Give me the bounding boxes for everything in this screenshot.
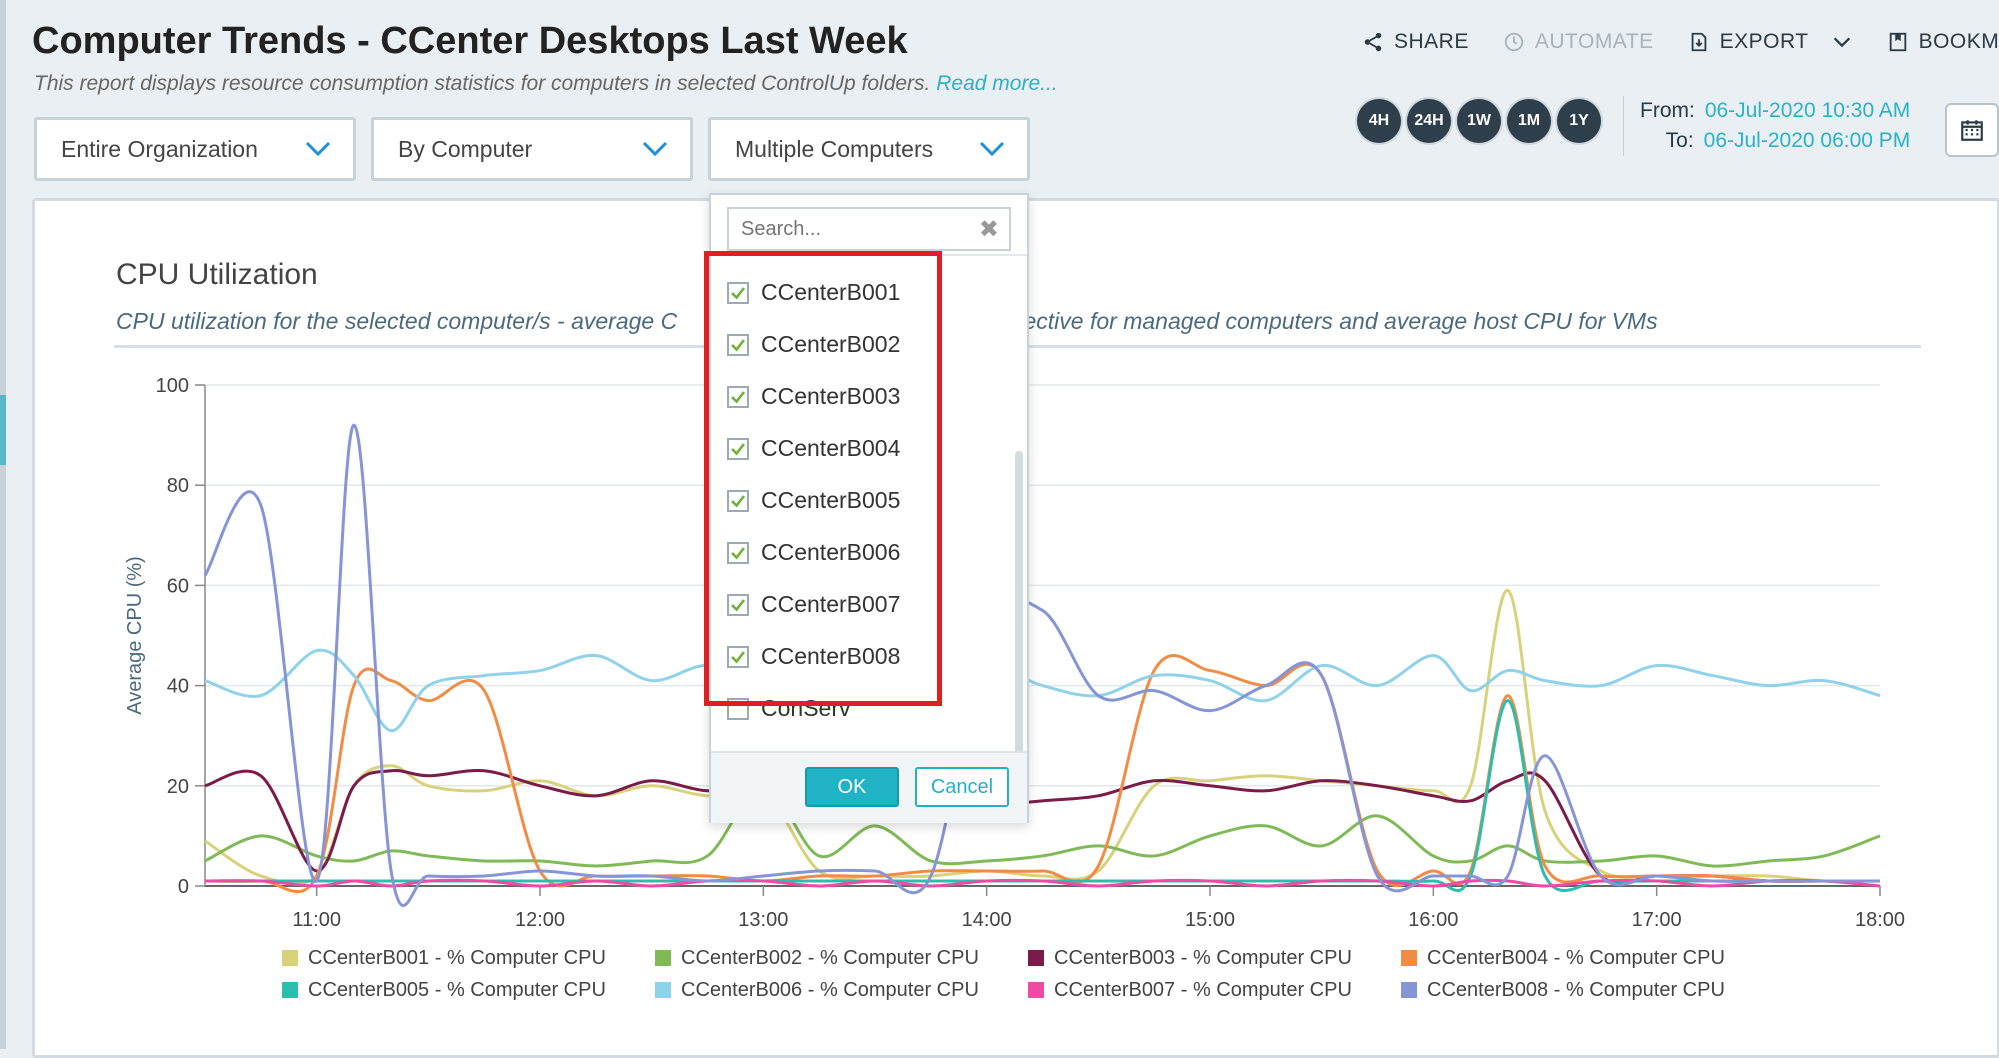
legend-item[interactable]: CCenterB005 - % Computer CPU <box>282 976 655 1004</box>
popup-footer: OK Cancel <box>711 751 1027 823</box>
computer-option-label: CCenterB007 <box>761 591 901 617</box>
legend-item[interactable]: CCenterB004 - % Computer CPU <box>1401 944 1774 972</box>
x-tick-label: 18:00 <box>1855 909 1905 931</box>
x-tick-label: 13:00 <box>738 909 788 931</box>
computer-list: CCenterB001 CCenterB002 CCenterB003 CCenter… <box>711 257 1011 737</box>
y-tick-label: 0 <box>178 876 189 898</box>
computer-search-input[interactable] <box>727 207 1011 251</box>
computer-option[interactable]: CCenterB007 <box>727 591 900 618</box>
legend-label: CCenterB002 - % Computer CPU <box>681 946 979 969</box>
checkmark-icon <box>731 390 746 403</box>
legend-swatch <box>1028 950 1044 966</box>
y-tick-label: 60 <box>167 575 189 597</box>
computer-option-label: CCenterB005 <box>761 487 901 513</box>
legend-swatch <box>282 982 298 998</box>
checkmark-icon <box>731 494 746 507</box>
legend-item[interactable]: CCenterB008 - % Computer CPU <box>1401 976 1774 1004</box>
legend-label: CCenterB008 - % Computer CPU <box>1427 978 1725 1001</box>
series-line-5 <box>205 699 1880 892</box>
checkbox-checked[interactable] <box>727 333 749 356</box>
computer-option-label: CCenterB004 <box>761 435 901 461</box>
computer-option-label: CCenterB008 <box>761 643 901 669</box>
scrollbar-thumb[interactable] <box>1015 451 1023 801</box>
legend-swatch <box>655 950 671 966</box>
cancel-button[interactable]: Cancel <box>915 767 1009 807</box>
computer-option[interactable]: CCenterB002 <box>727 331 900 358</box>
checkbox-checked[interactable] <box>727 645 749 668</box>
computer-option-label: CCenterB003 <box>761 383 901 409</box>
legend-item[interactable]: CCenterB007 - % Computer CPU <box>1028 976 1401 1004</box>
legend-label: CCenterB003 - % Computer CPU <box>1054 946 1352 969</box>
computer-option-label: CCenterB002 <box>761 331 901 357</box>
computer-option-label: CCenterB006 <box>761 539 901 565</box>
computer-option[interactable]: CCenterB005 <box>727 487 900 514</box>
computers-dropdown-menu: ✖ CCenterB001CCenterB002CCenterB003CCent… <box>709 193 1029 823</box>
series-line-6 <box>204 648 1881 733</box>
y-tick-label: 80 <box>167 475 189 497</box>
x-tick-label: 11:00 <box>292 909 341 931</box>
computer-option-label: CCenterB001 <box>761 279 901 305</box>
legend-swatch <box>1401 982 1417 998</box>
legend-item[interactable]: CCenterB001 - % Computer CPU <box>282 944 655 972</box>
legend-item[interactable]: CCenterB006 - % Computer CPU <box>655 976 1028 1004</box>
legend-item[interactable]: CCenterB002 - % Computer CPU <box>655 944 1028 972</box>
y-axis-title: Average CPU (%) <box>124 556 146 715</box>
legend-label: CCenterB007 - % Computer CPU <box>1054 978 1352 1001</box>
series-line-1 <box>204 588 1881 886</box>
legend-swatch <box>655 982 671 998</box>
computer-option[interactable]: CCenterB006 <box>727 539 900 566</box>
clear-search-icon[interactable]: ✖ <box>979 215 999 244</box>
checkmark-icon <box>731 546 746 559</box>
chart-legend: CCenterB001 - % Computer CPU CCenterB002 … <box>282 944 1774 1004</box>
checkmark-icon <box>731 442 746 455</box>
legend-label: CCenterB004 - % Computer CPU <box>1427 946 1725 969</box>
legend-label: CCenterB005 - % Computer CPU <box>308 978 606 1001</box>
series-line-3 <box>204 769 1880 885</box>
legend-swatch <box>1401 950 1417 966</box>
checkbox-checked[interactable] <box>727 541 749 564</box>
x-tick-label: 17:00 <box>1632 909 1682 931</box>
computer-option-label: ConServ <box>761 695 851 721</box>
checkmark-icon <box>731 286 746 299</box>
x-tick-label: 15:00 <box>1185 909 1235 931</box>
ok-button[interactable]: OK <box>805 767 899 807</box>
computer-option[interactable]: CCenterB008 <box>727 643 900 670</box>
legend-swatch <box>282 950 298 966</box>
computer-option[interactable]: CCenterB003 <box>727 383 900 410</box>
series-line-2 <box>204 784 1881 868</box>
computer-list-scrollbar[interactable] <box>1015 261 1023 801</box>
checkbox-checked[interactable] <box>727 489 749 512</box>
x-tick-label: 14:00 <box>962 909 1012 931</box>
legend-item[interactable]: CCenterB003 - % Computer CPU <box>1028 944 1401 972</box>
x-tick-label: 16:00 <box>1408 909 1458 931</box>
computer-option[interactable]: CCenterB004 <box>727 435 900 462</box>
checkbox-checked[interactable] <box>727 281 749 304</box>
checkbox-checked[interactable] <box>727 437 749 460</box>
checkmark-icon <box>731 338 746 351</box>
legend-label: CCenterB006 - % Computer CPU <box>681 978 979 1001</box>
y-tick-label: 100 <box>156 375 189 397</box>
computer-option[interactable]: ConServ <box>727 695 850 722</box>
checkmark-icon <box>731 650 746 663</box>
checkbox-checked[interactable] <box>727 593 749 616</box>
legend-swatch <box>1028 982 1044 998</box>
y-tick-label: 40 <box>167 676 189 698</box>
legend-label: CCenterB001 - % Computer CPU <box>308 946 606 969</box>
checkmark-icon <box>731 598 746 611</box>
checkbox-checked[interactable] <box>727 385 749 408</box>
popup-separator <box>711 254 1027 256</box>
checkbox-unchecked[interactable] <box>727 697 749 720</box>
y-tick-label: 20 <box>167 776 189 798</box>
x-tick-label: 12:00 <box>515 909 565 931</box>
computer-option[interactable]: CCenterB001 <box>727 279 900 306</box>
series-line-8 <box>203 423 1880 907</box>
